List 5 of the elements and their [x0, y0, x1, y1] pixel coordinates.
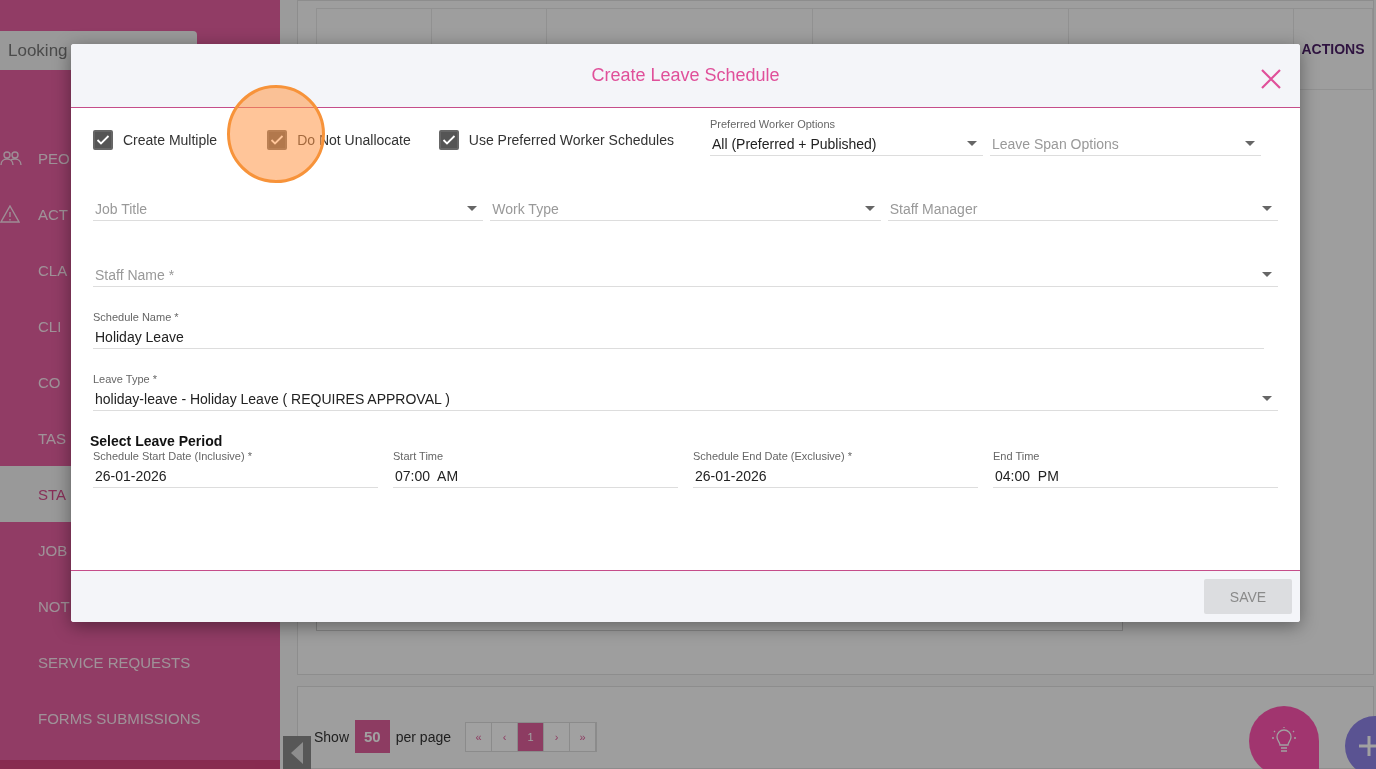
- per-page-label: per page: [395, 728, 451, 745]
- show-label: Show: [314, 728, 350, 745]
- dialog-title: Create Leave Schedule: [591, 65, 780, 86]
- section-heading: Select Leave Period: [90, 433, 224, 449]
- column-header: ACTIONS: [1300, 40, 1366, 59]
